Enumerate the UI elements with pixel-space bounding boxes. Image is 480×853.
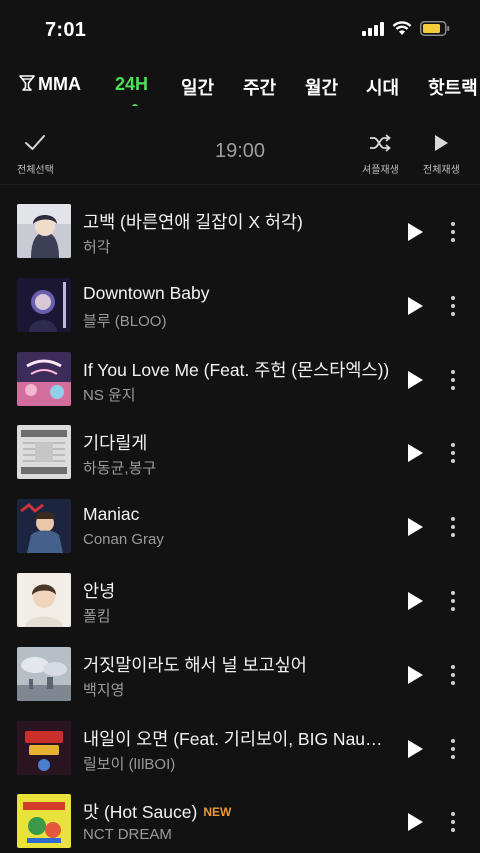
song-row[interactable]: 기다릴게 하동균,봉구 xyxy=(0,415,480,489)
more-options-icon[interactable] xyxy=(444,589,462,613)
play-button[interactable] xyxy=(404,221,426,243)
shuffle-play-button[interactable]: 셔플재생 xyxy=(362,134,399,176)
shuffle-icon xyxy=(368,134,392,157)
play-icon xyxy=(408,444,423,463)
tab-label: 핫트랙 xyxy=(428,78,478,98)
tab-label: 월간 xyxy=(305,78,339,98)
album-art[interactable] xyxy=(17,572,71,627)
song-list: 고백 (바른연애 길잡이 X 허각) 허각 Downtown Baby 블루 (… xyxy=(0,194,480,853)
song-row[interactable]: 고백 (바른연애 길잡이 X 허각) 허각 xyxy=(0,194,480,268)
tab-era[interactable]: 시대 xyxy=(366,74,399,100)
status-bar: 7:01 xyxy=(0,0,480,60)
active-tab-indicator xyxy=(132,104,138,106)
shuffle-play-label: 셔플재생 xyxy=(362,165,399,176)
tab-label: 시대 xyxy=(366,78,400,98)
album-art[interactable] xyxy=(17,499,71,554)
song-row[interactable]: 거짓말이라도 해서 널 보고싶어 백지영 xyxy=(0,637,480,711)
play-icon xyxy=(408,518,423,537)
song-artist: NS 윤지 xyxy=(83,386,136,404)
song-title: Downtown Baby xyxy=(83,282,210,303)
tab-daily[interactable]: 일간 xyxy=(181,74,214,100)
tab-label: 24H xyxy=(115,74,149,94)
more-options-icon[interactable] xyxy=(444,515,462,539)
song-row[interactable]: Maniac Conan Gray xyxy=(0,489,480,563)
song-artist: 블루 (BLOO) xyxy=(83,312,167,330)
wifi-icon xyxy=(392,21,412,41)
song-artist: Conan Gray xyxy=(83,531,164,549)
tab-mma[interactable]: MMA xyxy=(18,74,81,96)
play-button[interactable] xyxy=(404,516,426,538)
song-artist: 백지영 xyxy=(83,681,125,699)
song-artist: NCT DREAM xyxy=(83,826,172,844)
more-options-icon[interactable] xyxy=(444,810,462,834)
song-artist: 릴보이 (lIlBOI) xyxy=(83,755,176,773)
play-button[interactable] xyxy=(404,738,426,760)
play-icon xyxy=(408,739,423,758)
tab-label: 일간 xyxy=(181,78,215,98)
chart-toolbar: 전체선택 19:00 셔플재생 전체재생 xyxy=(0,128,480,178)
tab-weekly[interactable]: 주간 xyxy=(243,74,276,100)
play-all-button[interactable]: 전체재생 xyxy=(423,134,460,176)
more-options-icon[interactable] xyxy=(444,368,462,392)
tab-monthly[interactable]: 월간 xyxy=(305,74,338,100)
play-button[interactable] xyxy=(404,811,426,833)
song-artist: 하동균,봉구 xyxy=(83,460,157,478)
play-icon xyxy=(408,296,423,315)
play-button[interactable] xyxy=(404,442,426,464)
song-title: 내일이 오면 (Feat. 기리보이, BIG Naughty) xyxy=(83,728,391,749)
signal-icon xyxy=(362,21,384,41)
chart-tabs: MMA 24H 일간 주간 월간 시대 핫트랙 xyxy=(0,68,480,106)
song-title: 거짓말이라도 해서 널 보고싶어 xyxy=(83,654,307,675)
more-options-icon[interactable] xyxy=(444,441,462,465)
play-icon xyxy=(408,370,423,389)
play-icon xyxy=(408,223,423,241)
song-title: Maniac xyxy=(83,504,140,525)
song-title: 고백 (바른연애 길잡이 X 허각) xyxy=(83,212,303,232)
song-row[interactable]: If You Love Me (Feat. 주헌 (몬스타엑스)) NS 윤지 xyxy=(0,342,480,416)
album-art[interactable] xyxy=(17,794,71,849)
more-options-icon[interactable] xyxy=(444,294,462,318)
play-button[interactable] xyxy=(404,664,426,686)
album-art[interactable] xyxy=(17,720,71,775)
album-art[interactable] xyxy=(17,204,71,258)
more-options-icon[interactable] xyxy=(444,663,462,687)
song-row[interactable]: 맛 (Hot Sauce) NEW NCT DREAM xyxy=(0,784,480,853)
album-art[interactable] xyxy=(17,646,71,701)
play-icon xyxy=(408,591,423,610)
battery-icon xyxy=(420,21,450,41)
album-art[interactable] xyxy=(17,351,71,406)
play-button[interactable] xyxy=(404,295,426,317)
play-icon xyxy=(408,813,423,832)
play-all-label: 전체재생 xyxy=(423,165,460,176)
tab-24h[interactable]: 24H xyxy=(115,74,148,95)
status-time: 7:01 xyxy=(45,19,87,41)
album-art[interactable] xyxy=(17,277,71,332)
play-icon xyxy=(429,134,453,157)
more-options-icon[interactable] xyxy=(444,737,462,761)
chart-timestamp: 19:00 xyxy=(214,140,266,162)
song-title: If You Love Me (Feat. 주헌 (몬스타엑스)) xyxy=(83,359,390,380)
tab-hottrack[interactable]: 핫트랙 xyxy=(428,74,478,100)
new-badge: NEW xyxy=(203,805,232,820)
select-all-label: 전체선택 xyxy=(17,165,54,176)
song-row[interactable]: Downtown Baby 블루 (BLOO) xyxy=(0,268,480,342)
album-art[interactable] xyxy=(17,425,71,480)
song-title: 안녕 xyxy=(83,580,116,601)
song-title: 기다릴게 xyxy=(83,433,148,454)
song-title: 맛 (Hot Sauce) NEW xyxy=(83,799,391,824)
trophy-icon xyxy=(18,75,36,96)
play-icon xyxy=(408,665,423,684)
play-button[interactable] xyxy=(404,369,426,391)
tab-label: 주간 xyxy=(243,78,277,98)
tab-label: MMA xyxy=(38,74,81,94)
song-row[interactable]: 안녕 폴킴 xyxy=(0,563,480,637)
song-artist: 폴킴 xyxy=(83,607,111,625)
more-options-icon[interactable] xyxy=(444,220,462,244)
song-row[interactable]: 내일이 오면 (Feat. 기리보이, BIG Naughty) 릴보이 (lI… xyxy=(0,711,480,785)
song-title-text: 맛 (Hot Sauce) xyxy=(83,802,198,823)
play-button[interactable] xyxy=(404,590,426,612)
song-artist: 허각 xyxy=(83,239,111,256)
divider xyxy=(0,184,480,185)
